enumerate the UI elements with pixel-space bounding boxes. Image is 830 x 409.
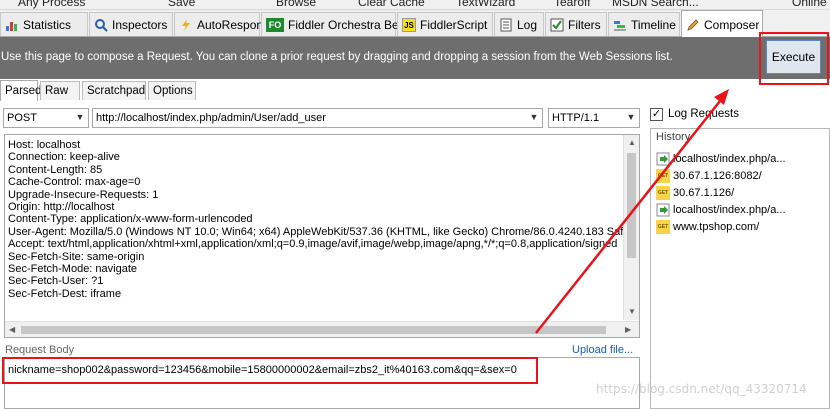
composer-subtabs: Parsed Raw Scratchpad Options (0, 80, 645, 101)
history-item[interactable]: GET 30.67.1.126:8082/ (656, 168, 762, 184)
tab-fiddler-orchestra-beta[interactable]: FO Fiddler Orchestra Beta (261, 12, 409, 36)
subtab-raw[interactable]: Raw (40, 81, 80, 100)
get-icon: GET (656, 186, 670, 200)
tab-inspectors[interactable]: Inspectors (89, 12, 173, 36)
toolbar-browse[interactable]: Browse (276, 0, 316, 9)
request-body-highlight-box (2, 357, 538, 384)
arrow-icon (656, 203, 670, 217)
log-requests-label: Log Requests (668, 108, 739, 120)
subtab-options[interactable]: Options (148, 81, 196, 100)
tab-fiddlerscript[interactable]: JS FiddlerScript (397, 12, 493, 36)
url-input[interactable]: http://localhost/index.php/admin/User/ad… (92, 108, 543, 128)
subtab-parsed[interactable]: Parsed (0, 80, 41, 101)
history-item[interactable]: localhost/index.php/a... (656, 151, 786, 167)
scroll-left-icon[interactable]: ◀ (9, 325, 15, 334)
chevron-down-icon: ▼ (626, 112, 636, 122)
log-requests-checkbox[interactable]: ✓ (650, 108, 663, 121)
method-select[interactable]: POST ▼ (3, 108, 89, 128)
statistics-icon (5, 18, 19, 32)
request-headers-editor[interactable]: Host: localhost Connection: keep-alive C… (4, 134, 640, 338)
top-toolbar: Any Process Save Browse Clear Cache Text… (0, 0, 830, 10)
http-version-value: HTTP/1.1 (552, 112, 600, 124)
info-text: Use this page to compose a Request. You … (1, 51, 673, 63)
chevron-down-icon: ▼ (529, 112, 539, 122)
execute-highlight-box (759, 32, 829, 85)
tab-autoresponder[interactable]: AutoResponder (174, 12, 280, 36)
get-icon: GET (656, 169, 670, 183)
history-title: History (656, 131, 691, 143)
method-value: POST (7, 112, 37, 124)
inspectors-icon (94, 18, 108, 32)
annotation-arrow-head (714, 89, 729, 105)
pencil-icon (686, 18, 700, 32)
scroll-right-icon[interactable]: ▶ (625, 325, 631, 334)
get-icon: GET (656, 220, 670, 234)
log-icon (499, 18, 513, 32)
watermark: https://blog.csdn.net/qq_43320714 (596, 382, 807, 396)
subtab-scratchpad[interactable]: Scratchpad (82, 81, 146, 100)
composer-info-bar: Use this page to compose a Request. You … (0, 37, 830, 79)
arrow-icon (656, 152, 670, 166)
checkbox-icon (550, 18, 564, 32)
lightning-icon (179, 18, 193, 32)
toolbar-any-process[interactable]: Any Process (18, 0, 85, 9)
tab-filters[interactable]: Filters (545, 12, 607, 36)
main-tabs: Statistics Inspectors AutoResponder FO F… (0, 10, 830, 38)
toolbar-msdn-search[interactable]: MSDN Search... (612, 0, 699, 9)
upload-file-link[interactable]: Upload file... (572, 344, 633, 356)
js-icon: JS (402, 17, 416, 32)
headers-vertical-scrollbar[interactable]: ▲ ▼ (623, 135, 639, 320)
toolbar-save[interactable]: Save (168, 0, 195, 9)
toolbar-clear-cache[interactable]: Clear Cache (358, 0, 425, 9)
history-item[interactable]: GET www.tpshop.com/ (656, 219, 759, 235)
history-item[interactable]: GET 30.67.1.126/ (656, 185, 734, 201)
toolbar-tearoff[interactable]: Tearoff (554, 0, 590, 9)
scroll-down-icon[interactable]: ▼ (628, 307, 636, 316)
scroll-thumb[interactable] (627, 153, 636, 258)
url-value: http://localhost/index.php/admin/User/ad… (96, 112, 326, 124)
headers-horizontal-scrollbar[interactable]: ◀ ▶ (5, 321, 639, 337)
chevron-down-icon: ▼ (75, 112, 85, 122)
tab-statistics[interactable]: Statistics (0, 12, 88, 36)
history-item[interactable]: localhost/index.php/a... (656, 202, 786, 218)
tab-timeline[interactable]: Timeline (608, 12, 680, 36)
request-body-label: Request Body (5, 344, 75, 356)
scroll-up-icon[interactable]: ▲ (628, 138, 636, 147)
timeline-icon (613, 18, 627, 32)
request-headers-text[interactable]: Host: localhost Connection: keep-alive C… (8, 139, 623, 300)
http-version-select[interactable]: HTTP/1.1 ▼ (548, 108, 640, 128)
toolbar-textwizard[interactable]: TextWizard (456, 0, 515, 9)
tab-composer[interactable]: Composer (681, 10, 763, 38)
tab-log[interactable]: Log (494, 12, 544, 36)
toolbar-online[interactable]: Online (792, 0, 827, 9)
fo-icon: FO (266, 17, 284, 32)
scroll-thumb[interactable] (21, 326, 606, 334)
